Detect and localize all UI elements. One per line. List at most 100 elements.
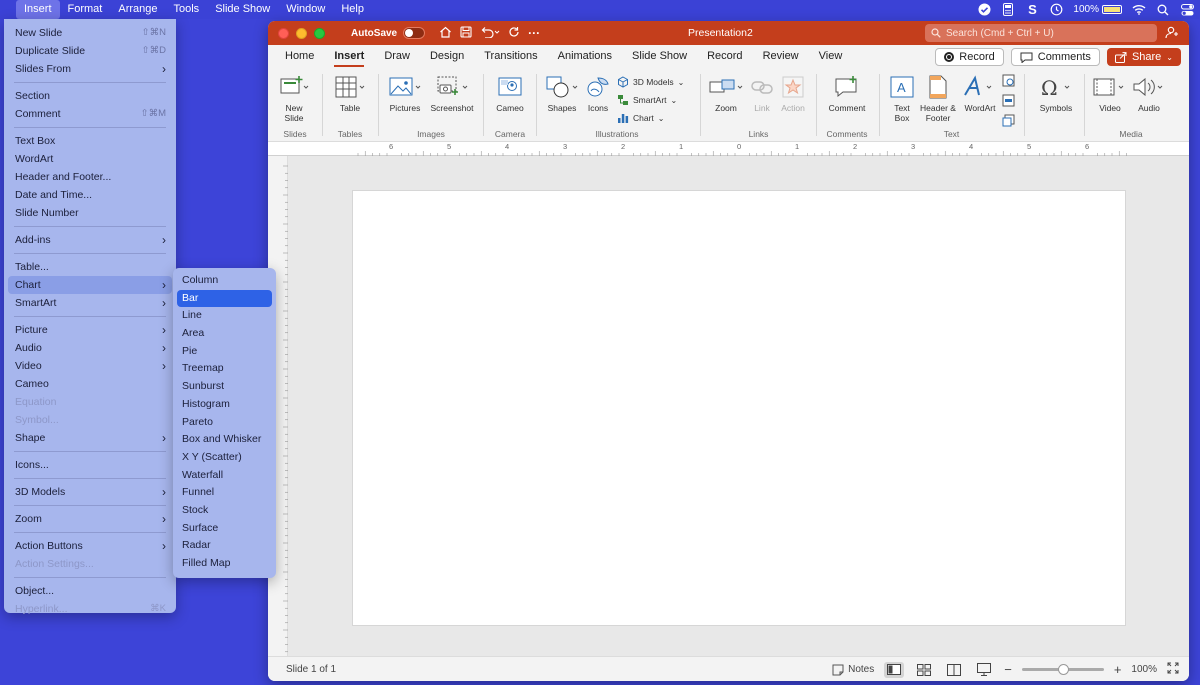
smartart-button[interactable]: SmartArt ⌄ (617, 92, 677, 108)
chart-type-pie[interactable]: Pie (173, 343, 276, 361)
chart-type-treemap[interactable]: Treemap (173, 360, 276, 378)
redo-icon[interactable] (508, 26, 520, 41)
header-footer-button[interactable]: Header & Footer (918, 74, 958, 123)
menubar-help[interactable]: Help (333, 0, 372, 19)
menu-item-table[interactable]: Table... (4, 258, 176, 276)
menubar-insert[interactable]: Insert (16, 0, 60, 19)
zoom-level[interactable]: 100% (1131, 664, 1157, 675)
calculator-icon[interactable] (1001, 3, 1015, 17)
checkmark-status-icon[interactable] (977, 3, 991, 17)
normal-view-button[interactable] (884, 661, 905, 678)
tab-design[interactable]: Design (420, 45, 474, 68)
notes-button[interactable]: Notes (832, 664, 874, 676)
menubar-slide-show[interactable]: Slide Show (207, 0, 278, 19)
menubar-window[interactable]: Window (278, 0, 333, 19)
chart-type-funnel[interactable]: Funnel (173, 484, 276, 502)
home-icon[interactable] (439, 26, 452, 41)
screenshot-button[interactable]: Screenshot (427, 74, 477, 113)
menu-item-smartart[interactable]: SmartArt › (4, 294, 176, 312)
menu-item-comment[interactable]: Comment ⇧⌘M (4, 105, 176, 123)
menubar-tools[interactable]: Tools (166, 0, 208, 19)
menu-item-chart[interactable]: Chart › (8, 276, 172, 294)
undo-icon[interactable] (480, 26, 500, 41)
menu-item-wordart[interactable]: WordArt (4, 150, 176, 168)
chart-type-bar[interactable]: Bar (177, 289, 272, 308)
tab-insert[interactable]: Insert (324, 45, 374, 68)
zoom-window-button[interactable] (314, 27, 325, 39)
action-button[interactable]: Action (778, 74, 808, 113)
chart-type-area[interactable]: Area (173, 325, 276, 343)
chart-button[interactable]: Chart ⌄ (617, 110, 665, 126)
control-center-icon[interactable] (1180, 3, 1194, 17)
menu-item-action-buttons[interactable]: Action Buttons › (4, 537, 176, 555)
menu-item-text-box[interactable]: Text Box (4, 132, 176, 150)
tab-transitions[interactable]: Transitions (474, 45, 547, 68)
chart-type-radar[interactable]: Radar (173, 537, 276, 555)
close-window-button[interactable] (278, 27, 289, 39)
wifi-icon[interactable] (1132, 3, 1146, 17)
reading-view-button[interactable] (944, 662, 964, 678)
date-time-icon[interactable] (1002, 74, 1015, 90)
comment-button[interactable]: Comment (823, 74, 871, 113)
menu-item-audio[interactable]: Audio › (4, 339, 176, 357)
table-button[interactable]: Table (330, 74, 370, 113)
menu-item-object[interactable]: Object... (4, 582, 176, 600)
tab-view[interactable]: View (809, 45, 853, 68)
menu-item-zoom[interactable]: Zoom › (4, 510, 176, 528)
chart-type-waterfall[interactable]: Waterfall (173, 467, 276, 485)
minimize-window-button[interactable] (296, 27, 307, 39)
save-icon[interactable] (460, 25, 472, 41)
tab-review[interactable]: Review (753, 45, 809, 68)
tab-animations[interactable]: Animations (548, 45, 622, 68)
zoom-button[interactable]: Zoom (707, 74, 745, 113)
tab-record[interactable]: Record (697, 45, 752, 68)
battery-indicator[interactable]: 100% (1073, 4, 1122, 15)
menu-item-picture[interactable]: Picture › (4, 321, 176, 339)
tab-slide-show[interactable]: Slide Show (622, 45, 697, 68)
pictures-button[interactable]: Pictures (385, 74, 425, 113)
chart-type-box-and-whisker[interactable]: Box and Whisker (173, 431, 276, 449)
s-app-icon[interactable]: S (1025, 2, 1039, 17)
new-slide-button[interactable]: New Slide (275, 74, 313, 123)
object-icon[interactable] (1002, 114, 1015, 130)
menu-item-add-ins[interactable]: Add-ins › (4, 231, 176, 249)
menu-item-icons[interactable]: Icons... (4, 456, 176, 474)
text-box-button[interactable]: A Text Box (885, 74, 919, 123)
slideshow-view-button[interactable] (974, 662, 994, 678)
menu-item-section[interactable]: Section (4, 87, 176, 105)
icons-button[interactable]: Icons (582, 74, 614, 113)
record-button[interactable]: Record (935, 48, 1004, 66)
time-machine-icon[interactable] (1049, 3, 1063, 17)
chart-type-stock[interactable]: Stock (173, 502, 276, 520)
chart-type-column[interactable]: Column (173, 272, 276, 290)
tab-draw[interactable]: Draw (374, 45, 420, 68)
slide-1[interactable] (352, 190, 1126, 626)
spotlight-search-icon[interactable] (1156, 3, 1170, 17)
menu-item-slide-number[interactable]: Slide Number (4, 204, 176, 222)
menu-item-new-slide[interactable]: New Slide ⇧⌘N (4, 24, 176, 42)
search-input[interactable]: Search (Cmd + Ctrl + U) (925, 24, 1157, 42)
audio-button[interactable]: Audio (1130, 74, 1168, 113)
symbols-button[interactable]: Ω Symbols (1034, 74, 1078, 113)
menu-item-header-and-footer[interactable]: Header and Footer... (4, 168, 176, 186)
chart-type-pareto[interactable]: Pareto (173, 414, 276, 432)
zoom-slider[interactable] (1021, 664, 1104, 675)
wordart-button[interactable]: WordArt (961, 74, 999, 113)
zoom-in-button[interactable]: + (1114, 662, 1122, 677)
menu-item-slides-from[interactable]: Slides From › (4, 60, 176, 78)
menu-item-3d-models[interactable]: 3D Models › (4, 483, 176, 501)
chart-type-line[interactable]: Line (173, 307, 276, 325)
zoom-slider-thumb[interactable] (1057, 664, 1069, 675)
share-button[interactable]: Share ⌄ (1106, 48, 1181, 66)
more-options-icon[interactable]: ··· (528, 26, 540, 41)
link-button[interactable]: Link (747, 74, 777, 113)
slide-number-icon[interactable] (1002, 94, 1015, 110)
tab-home[interactable]: Home (275, 45, 324, 68)
chart-type-x-y-scatter[interactable]: X Y (Scatter) (173, 449, 276, 467)
menu-item-cameo[interactable]: Cameo (4, 375, 176, 393)
cameo-button[interactable]: Cameo (490, 74, 530, 113)
menu-item-duplicate-slide[interactable]: Duplicate Slide ⇧⌘D (4, 42, 176, 60)
chart-type-surface[interactable]: Surface (173, 520, 276, 538)
apple-menu-icon[interactable] (0, 0, 16, 19)
menu-item-shape[interactable]: Shape › (4, 429, 176, 447)
